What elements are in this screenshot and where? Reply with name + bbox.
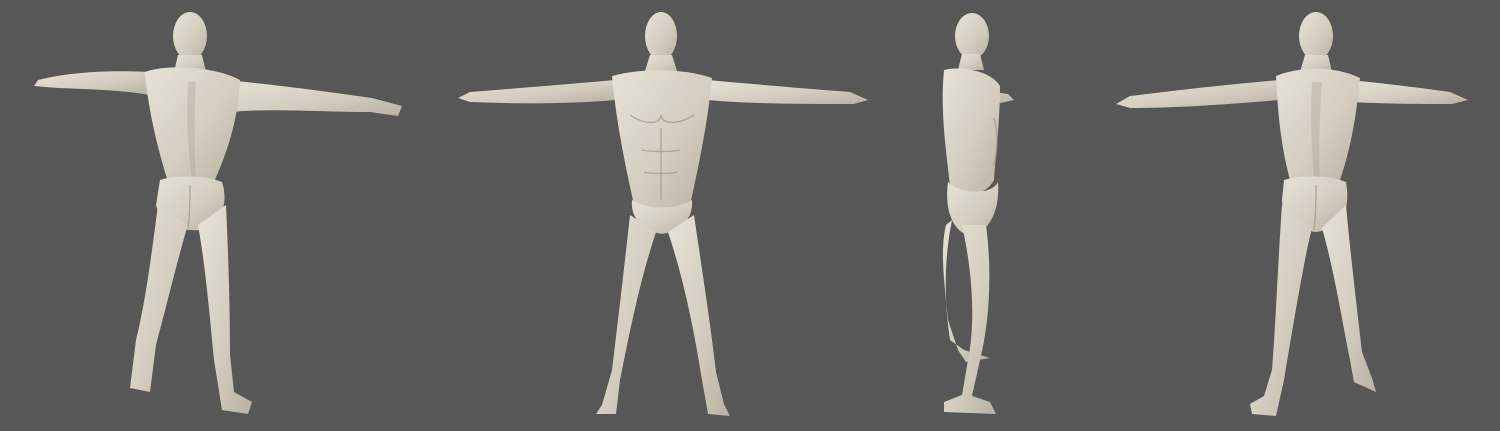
viewport (0, 0, 1500, 431)
figure-back-three-quarter (34, 12, 402, 414)
figure-side (942, 13, 1014, 414)
figure-front (458, 12, 868, 416)
figure-back (1116, 12, 1468, 416)
turnaround-canvas (34, 12, 1468, 416)
